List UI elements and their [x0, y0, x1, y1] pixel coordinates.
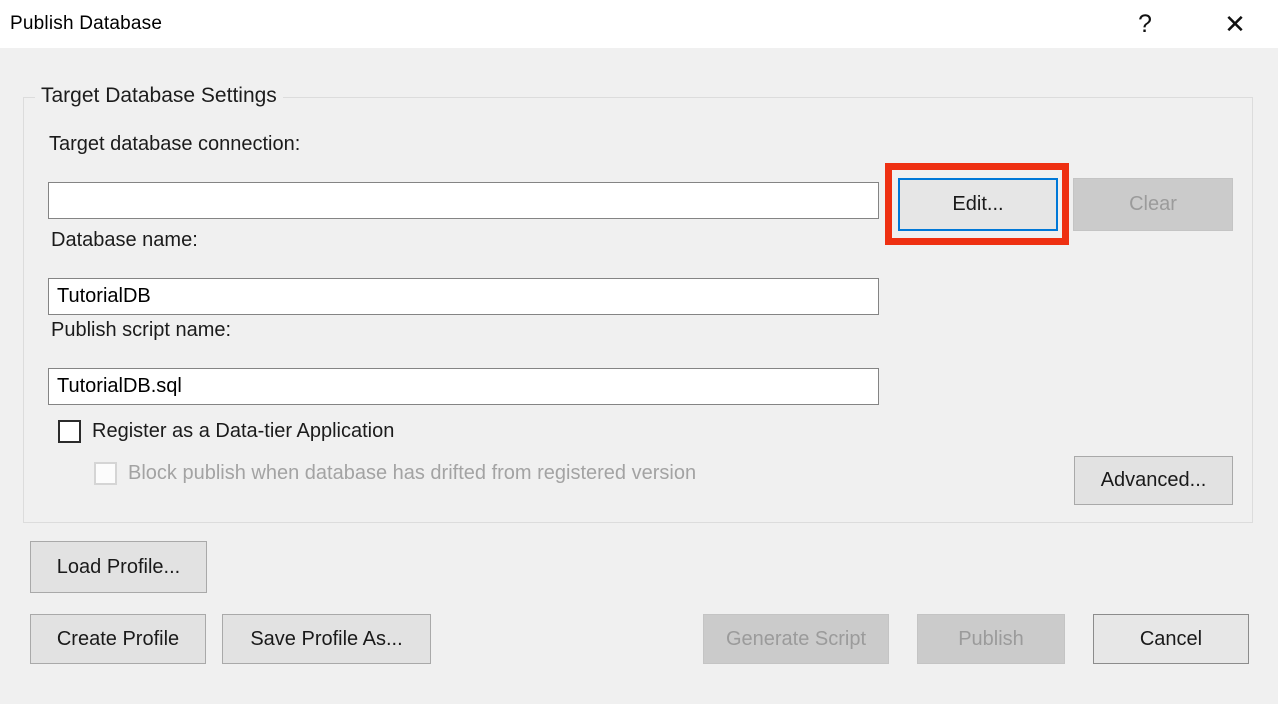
register-dac-checkbox-row: Register as a Data-tier Application [58, 420, 394, 443]
register-dac-label: Register as a Data-tier Application [92, 420, 394, 443]
load-profile-button-label: Load Profile... [57, 556, 180, 579]
groupbox-legend: Target Database Settings [35, 84, 283, 108]
generate-script-button-label: Generate Script [726, 628, 866, 651]
cancel-button[interactable]: Cancel [1093, 614, 1249, 664]
advanced-button[interactable]: Advanced... [1074, 456, 1233, 505]
block-publish-checkbox-row: Block publish when database has drifted … [94, 462, 696, 485]
clear-button: Clear [1073, 178, 1233, 231]
edit-button[interactable]: Edit... [898, 178, 1058, 231]
titlebar: Publish Database ? ✕ [0, 0, 1278, 48]
save-profile-as-button-label: Save Profile As... [250, 628, 402, 651]
publish-script-name-label: Publish script name: [51, 319, 231, 342]
block-publish-checkbox [94, 462, 117, 485]
block-publish-label: Block publish when database has drifted … [128, 462, 696, 485]
database-name-label: Database name: [51, 229, 198, 252]
publish-button: Publish [917, 614, 1065, 664]
create-profile-button[interactable]: Create Profile [30, 614, 206, 664]
generate-script-button: Generate Script [703, 614, 889, 664]
load-profile-button[interactable]: Load Profile... [30, 541, 207, 593]
advanced-button-label: Advanced... [1101, 469, 1207, 492]
target-connection-input[interactable] [48, 182, 879, 219]
database-name-input[interactable] [48, 278, 879, 315]
register-dac-checkbox[interactable] [58, 420, 81, 443]
dialog-title: Publish Database [10, 13, 162, 35]
clear-button-label: Clear [1129, 193, 1177, 216]
create-profile-button-label: Create Profile [57, 628, 179, 651]
publish-database-dialog: Publish Database ? ✕ Target Database Set… [0, 0, 1278, 704]
target-database-settings-group: Target Database Settings Target database… [23, 97, 1253, 523]
edit-button-label: Edit... [952, 193, 1003, 216]
dialog-body: Target Database Settings Target database… [0, 48, 1278, 704]
help-icon[interactable]: ? [1114, 0, 1176, 48]
close-icon[interactable]: ✕ [1204, 0, 1266, 48]
cancel-button-label: Cancel [1140, 628, 1202, 651]
target-connection-label: Target database connection: [49, 133, 300, 156]
publish-script-name-input[interactable] [48, 368, 879, 405]
save-profile-as-button[interactable]: Save Profile As... [222, 614, 431, 664]
publish-button-label: Publish [958, 628, 1024, 651]
